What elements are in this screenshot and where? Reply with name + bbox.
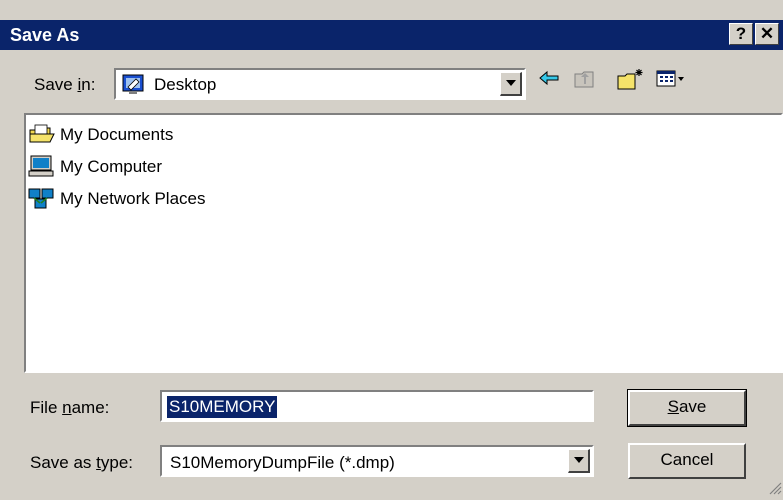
file-name-label-accel: n: [62, 398, 72, 417]
file-name-label-pre: File: [30, 398, 63, 417]
save-in-label-pre: Save: [34, 75, 78, 94]
save-button[interactable]: Save: [627, 389, 747, 427]
my-computer-icon: [28, 155, 56, 177]
file-name-value: S10MEMORY: [167, 396, 278, 418]
dialog-title: Save As: [10, 25, 80, 45]
my-documents-icon: [28, 123, 56, 145]
save-as-type-label: Save as type:: [30, 453, 133, 473]
save-in-label: Save in:: [34, 75, 95, 95]
save-as-type-dropdown[interactable]: S10MemoryDumpFile (*.dmp): [160, 445, 594, 477]
up-folder-icon[interactable]: [573, 68, 597, 92]
desktop-icon: [122, 73, 146, 95]
close-button[interactable]: ✕: [755, 23, 779, 45]
list-item-label: My Documents: [60, 125, 174, 144]
back-arrow-icon[interactable]: [538, 68, 560, 92]
file-list[interactable]: My Documents My Computer My Network Plac…: [24, 113, 783, 373]
save-in-dropdown-arrow[interactable]: [500, 72, 522, 96]
save-in-dropdown[interactable]: Desktop: [114, 68, 526, 100]
file-name-input[interactable]: S10MEMORY: [160, 390, 594, 422]
file-name-label-post: ame:: [71, 398, 110, 417]
save-in-value: Desktop: [154, 75, 217, 94]
save-as-dialog: Save As ? ✕ Save in: Desktop My Document…: [0, 0, 783, 496]
file-name-label: File name:: [30, 398, 109, 418]
view-menu-icon[interactable]: [656, 68, 686, 92]
save-in-label-post: n:: [81, 75, 96, 94]
cancel-button[interactable]: Cancel: [628, 443, 746, 479]
list-item-label: My Computer: [60, 157, 163, 176]
list-item-label: My Network Places: [60, 189, 206, 208]
save-as-type-label-post: ype:: [100, 453, 134, 472]
save-button-label: ave: [678, 397, 707, 416]
help-button[interactable]: ?: [729, 23, 753, 45]
resize-grip-icon[interactable]: [766, 479, 782, 495]
title-bar: Save As ? ✕: [0, 20, 783, 50]
my-network-places-icon: [28, 187, 56, 209]
save-as-type-dropdown-arrow[interactable]: [568, 449, 590, 473]
new-folder-icon[interactable]: [616, 68, 646, 92]
save-as-type-label-pre: Save as: [30, 453, 97, 472]
save-button-accel: S: [667, 397, 679, 416]
save-as-type-value: S10MemoryDumpFile (*.dmp): [170, 453, 395, 472]
